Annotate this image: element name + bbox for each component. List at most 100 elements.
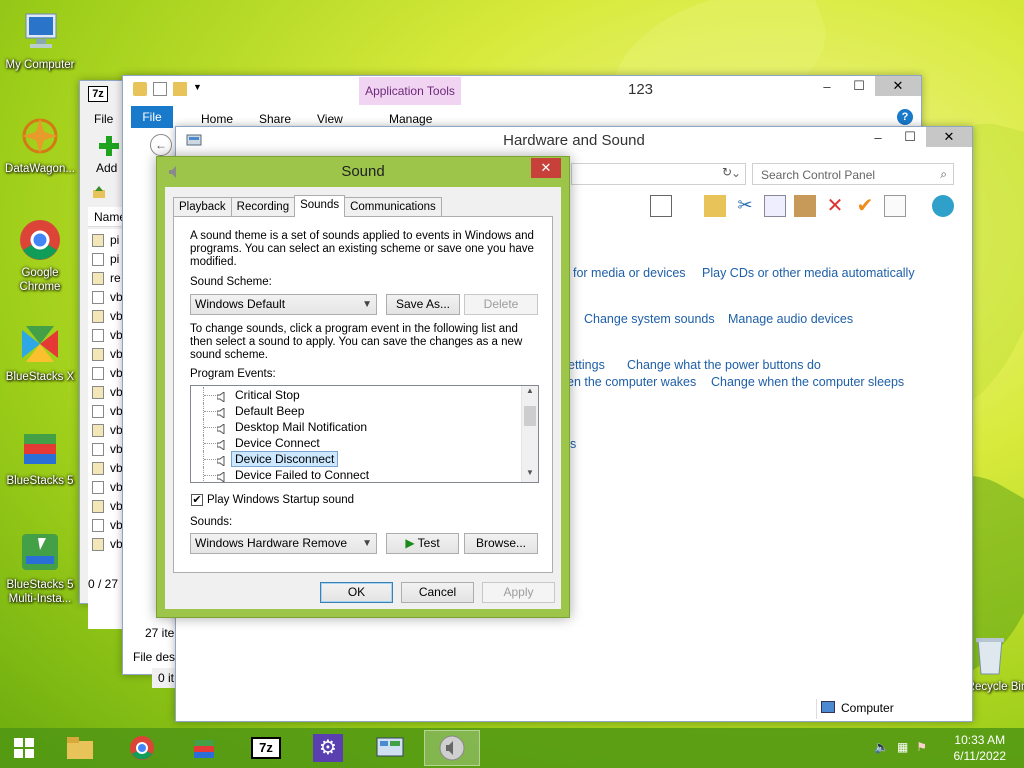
- ribbon-tab-file[interactable]: File: [131, 106, 173, 128]
- scrollbar[interactable]: ▲ ▼: [521, 386, 538, 482]
- scroll-up-icon[interactable]: ▲: [522, 386, 538, 400]
- link-fragment[interactable]: s: [570, 437, 576, 451]
- checkmark-icon[interactable]: ✔: [854, 195, 876, 217]
- chevron-down-icon[interactable]: ▼: [193, 82, 202, 98]
- link-computer-wakes[interactable]: en the computer wakes: [567, 375, 696, 389]
- paste-icon[interactable]: [794, 195, 816, 217]
- list-item[interactable]: vb: [92, 421, 123, 439]
- ribbon-tab-home[interactable]: Home: [201, 112, 233, 126]
- list-item[interactable]: vb: [92, 516, 123, 534]
- browse-button[interactable]: Browse...: [464, 533, 538, 554]
- taskbar-bluestacks[interactable]: [176, 730, 232, 766]
- link-play-cds[interactable]: Play CDs or other media automatically: [702, 266, 915, 280]
- help-icon[interactable]: ?: [897, 109, 913, 125]
- scroll-thumb[interactable]: [524, 406, 536, 426]
- cancel-button[interactable]: Cancel: [401, 582, 474, 603]
- taskbar-settings[interactable]: ⚙: [300, 730, 356, 766]
- network-icon[interactable]: [932, 195, 954, 217]
- volume-icon[interactable]: 🔈: [874, 740, 889, 754]
- delete-button[interactable]: Delete: [464, 294, 538, 315]
- tab-sounds[interactable]: Sounds: [294, 195, 346, 217]
- ribbon-tab-share[interactable]: Share: [259, 112, 291, 126]
- program-event-item[interactable]: Device Connect: [191, 435, 320, 451]
- list-item[interactable]: vb: [92, 288, 123, 306]
- desktop-icon-bluestacks-5[interactable]: BlueStacks 5: [0, 424, 80, 488]
- desktop-icon-datawagon[interactable]: DataWagon...: [0, 112, 80, 176]
- maximize-button[interactable]: ☐: [843, 76, 875, 96]
- search-icon[interactable]: ⌕: [940, 167, 947, 182]
- desktop-icon-my-computer[interactable]: My Computer: [0, 8, 80, 72]
- scissors-icon[interactable]: ✂: [734, 195, 756, 217]
- copy-icon[interactable]: [764, 195, 786, 217]
- link-computer-sleeps[interactable]: Change when the computer sleeps: [711, 375, 904, 389]
- search-input[interactable]: Search Control Panel: [761, 168, 875, 182]
- list-item[interactable]: re: [92, 269, 121, 287]
- search-box[interactable]: Search Control Panel ⌕: [752, 163, 954, 185]
- tab-playback[interactable]: Playback: [173, 197, 232, 217]
- program-event-item[interactable]: Device Disconnect: [191, 451, 339, 467]
- menu-file[interactable]: File: [94, 112, 113, 126]
- maximize-button[interactable]: ☐: [894, 127, 926, 147]
- sound-scheme-select[interactable]: Windows Default ▼: [190, 294, 377, 315]
- delete-icon[interactable]: ✕: [824, 195, 846, 217]
- rename-icon[interactable]: [884, 195, 906, 217]
- link-power-buttons[interactable]: Change what the power buttons do: [627, 358, 821, 372]
- new-folder-icon[interactable]: [173, 82, 187, 96]
- list-item[interactable]: vb: [92, 478, 123, 496]
- link-change-system-sounds[interactable]: Change system sounds: [584, 312, 715, 326]
- taskbar-7zip[interactable]: 7z: [238, 730, 294, 766]
- taskbar-chrome[interactable]: [114, 730, 170, 766]
- test-button[interactable]: ▶ Test: [386, 533, 459, 554]
- folder-icon[interactable]: [133, 82, 147, 96]
- ribbon-tab-view[interactable]: View: [317, 112, 343, 126]
- list-item[interactable]: pi: [92, 231, 119, 249]
- list-item[interactable]: vb: [92, 402, 123, 420]
- refresh-icon[interactable]: ↻: [718, 165, 736, 183]
- list-item[interactable]: vb: [92, 535, 123, 553]
- start-button[interactable]: [0, 730, 48, 766]
- program-event-item[interactable]: Default Beep: [191, 403, 304, 419]
- list-item[interactable]: vb: [92, 383, 123, 401]
- startup-sound-label[interactable]: Play Windows Startup sound: [207, 494, 354, 507]
- close-button[interactable]: ✕: [531, 158, 561, 178]
- close-button[interactable]: ✕: [926, 127, 972, 147]
- action-center-icon[interactable]: ⚑: [916, 740, 927, 754]
- list-item[interactable]: vb: [92, 345, 123, 363]
- ok-button[interactable]: OK: [320, 582, 393, 603]
- list-item[interactable]: vb: [92, 497, 123, 515]
- sound-file-select[interactable]: Windows Hardware Remove ▼: [190, 533, 377, 554]
- taskbar-sound[interactable]: [424, 730, 480, 766]
- program-events-list[interactable]: Device Failed to Connect Device Disconnec…: [190, 385, 539, 483]
- desktop-icon-bluestacks-x[interactable]: BlueStacks X: [0, 320, 80, 384]
- program-event-item[interactable]: Desktop Mail Notification: [191, 419, 367, 435]
- scroll-down-icon[interactable]: ▼: [522, 468, 538, 482]
- back-arrow-icon[interactable]: ←: [150, 134, 172, 156]
- list-item[interactable]: vb: [92, 307, 123, 325]
- link-power-settings[interactable]: ettings: [568, 358, 605, 372]
- layout-icon[interactable]: [650, 195, 672, 217]
- clock[interactable]: 10:33 AM 6/11/2022: [954, 732, 1007, 764]
- link-manage-audio-devices[interactable]: Manage audio devices: [728, 312, 853, 326]
- folder-options-icon[interactable]: [704, 195, 726, 217]
- network-icon[interactable]: ▦: [897, 740, 908, 754]
- add-icon[interactable]: [98, 135, 120, 157]
- taskbar-control-panel[interactable]: [362, 730, 418, 766]
- context-tab-application-tools[interactable]: Application Tools: [359, 77, 461, 105]
- list-item[interactable]: vb: [92, 326, 123, 344]
- tab-recording[interactable]: Recording: [230, 197, 296, 217]
- minimize-button[interactable]: –: [811, 76, 843, 96]
- program-event-item[interactable]: Critical Stop: [191, 387, 300, 403]
- program-event-item[interactable]: Device Failed to Connect: [191, 467, 369, 482]
- link-media-devices[interactable]: for media or devices: [573, 266, 686, 280]
- apply-button[interactable]: Apply: [482, 582, 555, 603]
- startup-sound-checkbox[interactable]: ✔: [191, 494, 203, 506]
- ribbon-tab-manage[interactable]: Manage: [389, 112, 432, 126]
- list-item[interactable]: vb: [92, 364, 123, 382]
- desktop-icon-bluestacks-multi[interactable]: BlueStacks 5 Multi-Insta...: [0, 528, 80, 606]
- add-button-label[interactable]: Add: [96, 161, 117, 175]
- taskbar-file-explorer[interactable]: [52, 730, 108, 766]
- properties-icon[interactable]: [153, 82, 167, 96]
- folder-up-icon[interactable]: [92, 185, 106, 199]
- desktop-icon-google-chrome[interactable]: Google Chrome: [0, 216, 80, 294]
- sound-dialog[interactable]: Sound ✕ Playback Recording Sounds Commun…: [156, 156, 570, 618]
